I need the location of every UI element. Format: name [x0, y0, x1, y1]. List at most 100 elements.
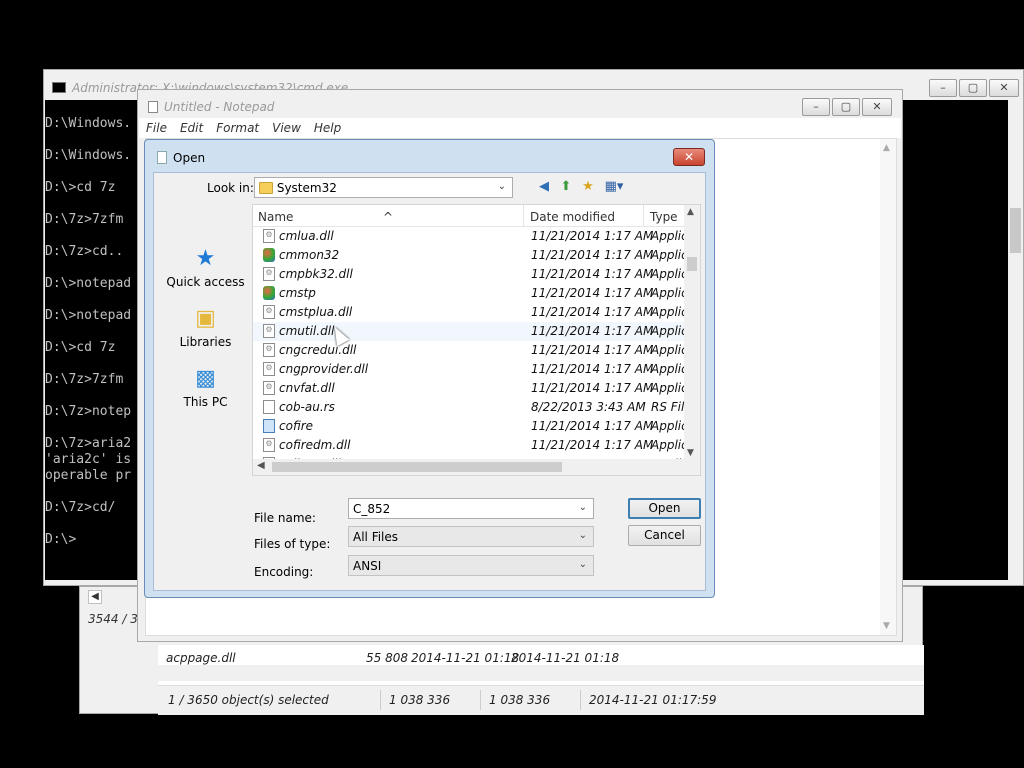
chevron-down-icon[interactable]: ⌄ — [579, 502, 587, 513]
color-file-icon — [263, 286, 275, 300]
notepad-icon — [148, 101, 158, 113]
fm-file-size: 55 808 — [366, 651, 408, 665]
scroll-left-arrow[interactable]: ◀ — [88, 590, 102, 604]
file-row[interactable]: ⚙ cngcredui.dll 11/21/2014 1:17 AMApplicat… — [253, 341, 686, 360]
new-folder-icon[interactable]: ★ — [579, 179, 597, 195]
libraries-icon: ▣ — [195, 306, 216, 331]
file-name: cnvfat.dll — [279, 381, 335, 395]
file-name-label: File name: — [254, 511, 316, 525]
place-libraries[interactable]: ▣ Libraries — [158, 306, 253, 349]
notepad-title: Untitled - Notepad — [148, 100, 274, 114]
file-date: 11/21/2014 1:17 AM — [531, 248, 654, 262]
menu-view[interactable]: View — [265, 118, 307, 135]
column-date-modified[interactable]: Date modified — [530, 210, 615, 224]
dll-file-icon: ⚙ — [263, 438, 275, 452]
color-file-icon — [263, 248, 275, 262]
file-date: 8/22/2013 3:43 AM — [531, 400, 646, 414]
fm-selected-status: 1 / 3650 object(s) selected — [168, 693, 329, 707]
fm-date-status: 2014-11-21 01:17:59 — [589, 693, 717, 707]
file-type-dropdown[interactable]: All Files ⌄ — [348, 526, 594, 547]
menu-help[interactable]: Help — [307, 118, 347, 135]
maximize-button[interactable]: ▢ — [832, 98, 860, 116]
scroll-thumb[interactable] — [1010, 208, 1021, 253]
scroll-left-arrow[interactable]: ◀ — [257, 460, 265, 471]
maximize-button[interactable]: ▢ — [959, 79, 987, 97]
close-button[interactable]: ✕ — [862, 98, 892, 116]
dll-file-icon: ⚙ — [263, 381, 275, 395]
file-name: cofire — [279, 419, 314, 433]
file-row[interactable]: ⚙ cnvfat.dll 11/21/2014 1:17 AMApplication… — [253, 379, 686, 398]
file-name: cmstp — [279, 286, 316, 300]
file-type: Application extension — [651, 362, 686, 376]
file-row[interactable]: ⚙ cngprovider.dll 11/21/2014 1:17 AMApplic… — [253, 360, 686, 379]
file-row[interactable]: cofire 11/21/2014 1:17 AMApplication — [253, 417, 686, 436]
menu-edit[interactable]: Edit — [173, 118, 209, 135]
look-in-label: Look in: — [207, 181, 254, 195]
dll-file-icon: ⚙ — [263, 324, 275, 338]
view-menu-icon[interactable]: ▦▾ — [601, 179, 627, 195]
divider — [580, 690, 581, 710]
dialog-close-button[interactable]: ✕ — [673, 148, 705, 166]
file-date: 11/21/2014 1:17 AM — [531, 381, 654, 395]
chevron-down-icon: ⌄ — [578, 559, 587, 570]
file-type: Application — [651, 248, 686, 262]
cancel-button[interactable]: Cancel — [628, 525, 701, 546]
place-label: This PC — [183, 395, 228, 409]
minimize-button[interactable]: – — [929, 79, 957, 97]
scroll-down-arrow[interactable]: ▼ — [883, 621, 890, 631]
file-row[interactable]: ⚙ cmstplua.dll 11/21/2014 1:17 AMApplicati… — [253, 303, 686, 322]
column-name[interactable]: Name — [258, 210, 293, 224]
file-list-vscrollbar[interactable]: ▲ ▼ — [684, 205, 700, 460]
file-name: cob-au.rs — [279, 400, 335, 414]
chevron-down-icon: ⌄ — [578, 530, 587, 541]
file-row[interactable]: cmstp 11/21/2014 1:17 AMApplication — [253, 284, 686, 303]
close-button[interactable]: ✕ — [989, 79, 1019, 97]
fm-packed-status: 1 038 336 — [489, 693, 551, 707]
scroll-down-arrow[interactable]: ▼ — [687, 448, 694, 458]
file-row[interactable]: cmmon32 11/21/2014 1:17 AMApplication — [253, 246, 686, 265]
encoding-label: Encoding: — [254, 565, 314, 579]
dll-file-icon: ⚙ — [263, 229, 275, 243]
fm-file-modified: 2014-11-21 01:18 — [411, 651, 520, 665]
file-row[interactable]: cob-au.rs 8/22/2013 3:43 AM RS File — [253, 398, 686, 417]
console-scrollbar[interactable] — [1008, 100, 1023, 580]
file-type-label: Files of type: — [254, 537, 331, 551]
column-type[interactable]: Type — [650, 210, 678, 224]
back-icon[interactable]: ◀ — [535, 179, 553, 195]
column-divider[interactable] — [643, 205, 644, 227]
list-item[interactable]: acppage.dll 55 808 2014-11-21 01:18 2014… — [166, 651, 619, 665]
fm-file-list[interactable]: acppage.dll 55 808 2014-11-21 01:18 2014… — [158, 645, 924, 715]
place-this-pc[interactable]: ▩ This PC — [158, 366, 253, 409]
file-type: Application extension — [651, 305, 686, 319]
scroll-up-arrow[interactable]: ▲ — [883, 143, 890, 153]
file-list-header: ^ Name Date modified Type — [253, 205, 686, 227]
notepad-scrollbar[interactable]: ▲ ▼ — [880, 139, 896, 635]
place-label: Libraries — [179, 335, 232, 349]
file-row[interactable]: ⚙ cmpbk32.dll 11/21/2014 1:17 AMApplicatio… — [253, 265, 686, 284]
minimize-button[interactable]: – — [802, 98, 830, 116]
encoding-dropdown[interactable]: ANSI ⌄ — [348, 555, 594, 576]
column-divider[interactable] — [523, 205, 524, 227]
scroll-up-arrow[interactable]: ▲ — [687, 207, 694, 217]
file-row[interactable]: ⚙ cmutil.dll 11/21/2014 1:17 AMApplication… — [253, 322, 686, 341]
menu-file[interactable]: File — [139, 118, 173, 135]
open-button[interactable]: Open — [628, 498, 701, 519]
file-type: Application extension — [651, 438, 686, 452]
scroll-thumb[interactable] — [272, 462, 562, 472]
file-name: cmlua.dll — [279, 229, 334, 243]
file-type: Application extension — [651, 267, 686, 281]
file-list[interactable]: ^ Name Date modified Type ⚙ cmlua.dll 11/2… — [252, 204, 701, 476]
scroll-thumb[interactable] — [687, 257, 697, 271]
file-row[interactable]: ⚙ cofiredm.dll 11/21/2014 1:17 AMApplicati… — [253, 436, 686, 455]
fm-horizontal-scrollbar[interactable] — [158, 665, 924, 681]
look-in-dropdown[interactable]: System32 ⌄ — [254, 177, 513, 198]
file-row[interactable]: ⚙ cmlua.dll 11/21/2014 1:17 AMApplication … — [253, 227, 686, 246]
sort-ascending-icon: ^ — [383, 210, 394, 224]
place-quick-access[interactable]: ★ Quick access — [158, 246, 253, 289]
file-name-input[interactable]: C_852 ⌄ — [348, 498, 594, 519]
menu-format[interactable]: Format — [209, 118, 265, 135]
file-list-hscrollbar[interactable]: ◀ — [253, 459, 700, 475]
up-folder-icon[interactable]: ⬆ — [557, 179, 575, 195]
open-dialog[interactable]: Open ✕ Look in: System32 ⌄ ◀ ⬆ ★ ▦▾ ★ Quick… — [144, 139, 715, 598]
dialog-title: Open — [157, 151, 205, 165]
